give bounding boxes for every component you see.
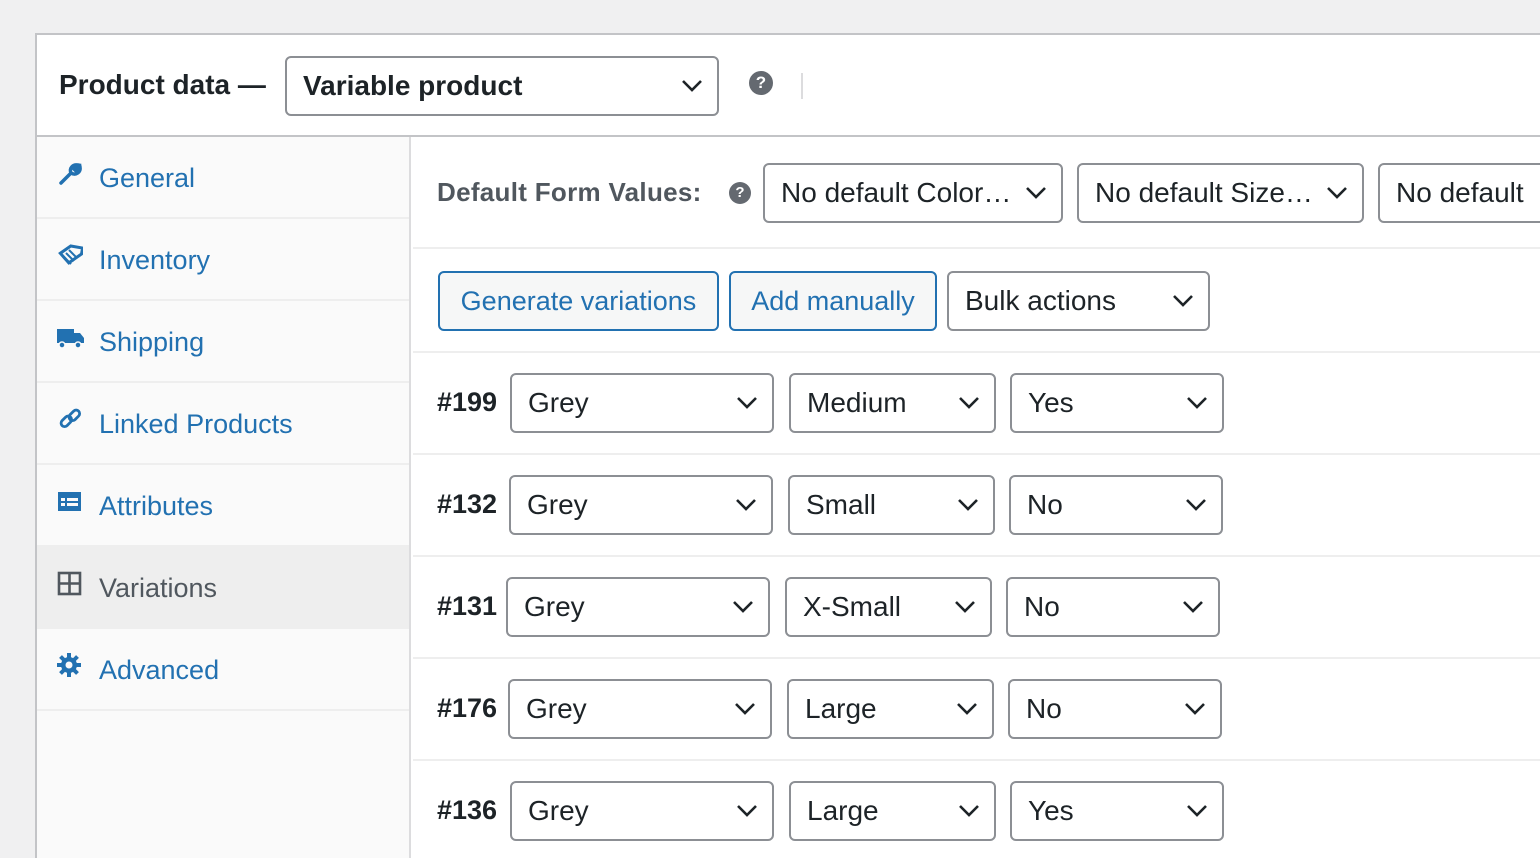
product-type-value: Variable product <box>303 70 523 101</box>
variation-flag-select[interactable]: Yes <box>1010 373 1224 433</box>
tab-attributes[interactable]: Attributes <box>37 465 409 547</box>
chevron-down-icon <box>957 498 979 512</box>
chevron-down-icon <box>958 396 980 410</box>
help-icon[interactable]: ? <box>749 71 773 95</box>
row-divider <box>413 555 1540 557</box>
tab-general[interactable]: General <box>37 137 409 219</box>
header-divider <box>801 73 803 99</box>
bulk-actions-select[interactable]: Bulk actions <box>947 271 1210 331</box>
wrench-icon <box>57 161 83 187</box>
add-manually-button[interactable]: Add manually <box>729 271 937 331</box>
chevron-down-icon <box>736 804 758 818</box>
chevron-down-icon <box>734 702 756 716</box>
product-data-panel: Product data — Variable product ? Genera… <box>35 33 1540 858</box>
panel-header: Product data — Variable product ? <box>37 35 1540 137</box>
variation-id: #176 <box>437 693 498 723</box>
variation-color-select[interactable]: Grey <box>510 781 774 841</box>
gear-icon <box>57 653 83 679</box>
variation-size-select[interactable]: Small <box>788 475 995 535</box>
variation-flag-select[interactable]: Yes <box>1010 781 1224 841</box>
default-size-value: No default Size… <box>1095 177 1313 208</box>
chevron-down-icon <box>1185 498 1207 512</box>
chevron-down-icon <box>1326 186 1348 200</box>
row-divider <box>413 351 1540 353</box>
chevron-down-icon <box>681 79 703 93</box>
default-third-select[interactable]: No default <box>1378 163 1540 223</box>
tab-general-label: General <box>99 163 196 193</box>
help-icon[interactable]: ? <box>729 182 751 204</box>
variation-size-select[interactable]: Medium <box>789 373 996 433</box>
variation-flag-select[interactable]: No <box>1008 679 1222 739</box>
tab-inventory-label: Inventory <box>99 245 211 275</box>
chevron-down-icon <box>735 498 757 512</box>
variation-size-select[interactable]: Large <box>787 679 994 739</box>
grid-icon <box>57 571 83 597</box>
tab-attributes-label: Attributes <box>99 491 214 521</box>
variation-color-select[interactable]: Grey <box>508 679 772 739</box>
variation-id: #136 <box>437 795 498 825</box>
default-form-values-label: Default Form Values: <box>437 177 702 207</box>
variation-flag-select[interactable]: No <box>1006 577 1220 637</box>
chevron-down-icon <box>1182 600 1204 614</box>
row-divider <box>413 759 1540 761</box>
tab-variations[interactable]: Variations <box>37 547 409 629</box>
panel-title: Product data — <box>59 69 266 100</box>
variation-color-select[interactable]: Grey <box>506 577 770 637</box>
tab-variations-label: Variations <box>99 573 218 603</box>
variation-id: #131 <box>437 591 498 621</box>
chevron-down-icon <box>1184 702 1206 716</box>
variation-size-select[interactable]: Large <box>789 781 996 841</box>
default-third-value: No default <box>1396 177 1524 208</box>
chevron-down-icon <box>732 600 754 614</box>
variation-size-select[interactable]: X-Small <box>785 577 992 637</box>
row-divider <box>413 657 1540 659</box>
tab-advanced[interactable]: Advanced <box>37 629 409 711</box>
row-divider <box>413 247 1540 249</box>
tag-icon <box>57 243 85 269</box>
chevron-down-icon <box>1172 294 1194 308</box>
default-size-select[interactable]: No default Size… <box>1077 163 1364 223</box>
tab-shipping-label: Shipping <box>99 327 205 357</box>
product-type-select[interactable]: Variable product <box>285 56 719 116</box>
tab-linked-products[interactable]: Linked Products <box>37 383 409 465</box>
generate-variations-button[interactable]: Generate variations <box>438 271 719 331</box>
default-color-value: No default Color… <box>781 177 1012 208</box>
chevron-down-icon <box>1186 804 1208 818</box>
link-icon <box>57 407 83 433</box>
variation-id: #132 <box>437 489 498 519</box>
chevron-down-icon <box>736 396 758 410</box>
tab-inventory[interactable]: Inventory <box>37 219 409 301</box>
variation-flag-select[interactable]: No <box>1009 475 1223 535</box>
variation-id: #199 <box>437 387 498 417</box>
chevron-down-icon <box>956 702 978 716</box>
chevron-down-icon <box>1025 186 1047 200</box>
chevron-down-icon <box>1186 396 1208 410</box>
chevron-down-icon <box>954 600 976 614</box>
row-divider <box>413 453 1540 455</box>
tab-shipping[interactable]: Shipping <box>37 301 409 383</box>
default-color-select[interactable]: No default Color… <box>763 163 1063 223</box>
variation-color-select[interactable]: Grey <box>510 373 774 433</box>
product-data-tabs: General Inventory Shipping Linked Produc… <box>37 137 411 858</box>
variation-color-select[interactable]: Grey <box>509 475 773 535</box>
chevron-down-icon <box>958 804 980 818</box>
list-view-icon <box>57 489 83 515</box>
tab-linked-products-label: Linked Products <box>99 409 293 439</box>
truck-icon <box>57 325 84 351</box>
variations-panel: Default Form Values: ? No default Color…… <box>413 137 1540 858</box>
tab-advanced-label: Advanced <box>99 655 220 685</box>
